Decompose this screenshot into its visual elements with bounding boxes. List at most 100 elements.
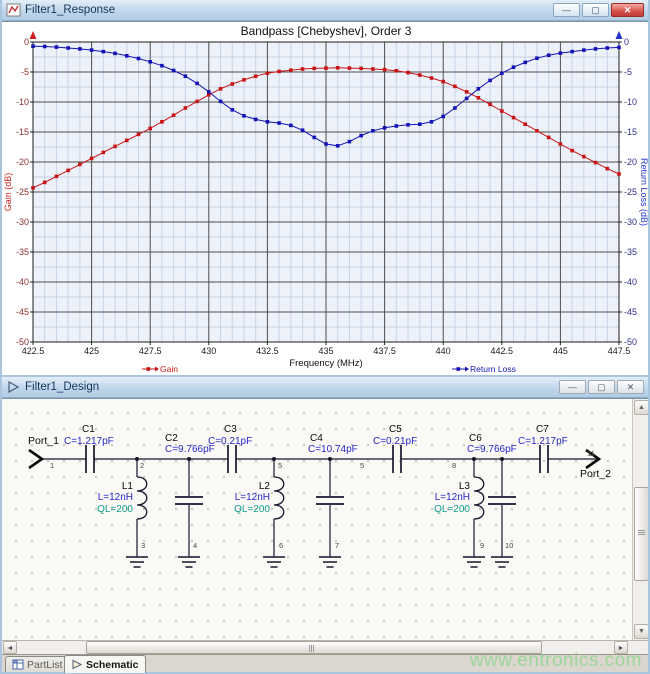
svg-text:-30: -30 — [16, 217, 29, 227]
close-button[interactable]: ✕ — [611, 3, 644, 17]
svg-text:C=1.217pF: C=1.217pF — [64, 436, 114, 447]
x-axis-label: Frequency (MHz) — [289, 358, 362, 369]
svg-text:-5: -5 — [21, 67, 29, 77]
svg-text:437.5: 437.5 — [373, 346, 396, 356]
svg-text:C4: C4 — [310, 433, 323, 444]
svg-text:C=9.766pF: C=9.766pF — [467, 444, 517, 455]
svg-text:-35: -35 — [16, 247, 29, 257]
port-Port_2[interactable]: Port_2 — [580, 450, 611, 480]
schematic-canvas[interactable]: Port_1Port_2C1C=1.217pFC3C=0.21pFC5C=0.2… — [2, 399, 632, 640]
close-button[interactable]: ✕ — [617, 380, 644, 394]
tab-partlist-label: PartList — [27, 659, 63, 671]
maximize-button[interactable]: ▢ — [582, 3, 609, 17]
svg-text:C=10.74pF: C=10.74pF — [308, 444, 358, 455]
svg-text:C5: C5 — [389, 424, 402, 435]
scroll-right-arrow[interactable]: ► — [614, 641, 628, 654]
vertical-scrollbar-thumb[interactable] — [634, 487, 648, 581]
svg-text:-10: -10 — [16, 97, 29, 107]
scroll-left-arrow[interactable]: ◄ — [3, 641, 17, 654]
tab-schematic-label: Schematic — [86, 659, 139, 671]
chart-y-axis-left: 0-5-10-15-20-25-30-35-40-45-50 — [16, 37, 33, 347]
svg-text:427.5: 427.5 — [139, 346, 162, 356]
svg-text:9: 9 — [480, 541, 484, 550]
svg-text:L=12nH: L=12nH — [98, 492, 133, 503]
svg-text:C=9.766pF: C=9.766pF — [165, 444, 215, 455]
svg-text:Gain: Gain — [160, 364, 178, 374]
minimize-button[interactable]: — — [553, 3, 580, 17]
scroll-down-arrow[interactable]: ▼ — [634, 624, 648, 639]
svg-text:-25: -25 — [624, 187, 637, 197]
design-titlebar[interactable]: Filter1_Design — ▢ ✕ — [2, 377, 648, 398]
svg-text:-10: -10 — [624, 97, 637, 107]
svg-text:-15: -15 — [624, 127, 637, 137]
legend-return-loss: Return Loss — [452, 364, 516, 374]
schematic-area: Port_1Port_2C1C=1.217pFC3C=0.21pFC5C=0.2… — [2, 398, 648, 640]
partlist-icon — [12, 659, 24, 670]
svg-text:432.5: 432.5 — [256, 346, 279, 356]
svg-text:-5: -5 — [624, 67, 632, 77]
svg-text:422.5: 422.5 — [22, 346, 45, 356]
response-window-controls: — ▢ ✕ — [553, 3, 644, 17]
svg-text:7: 7 — [335, 541, 339, 550]
component-L3[interactable]: L3L=12nHQL=200 — [434, 457, 484, 557]
response-window: Filter1_Response — ▢ ✕ 422.5425427.54304… — [0, 0, 650, 377]
svg-text:11: 11 — [587, 449, 595, 458]
tab-partlist[interactable]: PartList — [5, 656, 70, 672]
scroll-up-arrow[interactable]: ▲ — [634, 400, 648, 415]
svg-text:442.5: 442.5 — [491, 346, 514, 356]
schematic-icon — [71, 659, 83, 670]
component-L1[interactable]: L1L=12nHQL=200 — [97, 457, 147, 557]
component-C2[interactable]: C2C=9.766pF — [165, 433, 215, 557]
svg-text:Port_1: Port_1 — [28, 435, 59, 447]
svg-text:-45: -45 — [624, 307, 637, 317]
svg-text:-20: -20 — [16, 157, 29, 167]
svg-text:L3: L3 — [459, 481, 471, 492]
svg-text:L1: L1 — [122, 481, 134, 492]
svg-text:-50: -50 — [624, 337, 637, 347]
svg-text:0: 0 — [24, 37, 29, 47]
svg-text:-15: -15 — [16, 127, 29, 137]
svg-text:5: 5 — [278, 461, 282, 470]
chart-x-axis: 422.5425427.5430432.5435437.5440442.5445… — [22, 342, 631, 356]
svg-text:0: 0 — [624, 37, 629, 47]
response-titlebar[interactable]: Filter1_Response — ▢ ✕ — [2, 0, 648, 21]
svg-text:10: 10 — [505, 541, 513, 550]
component-C1[interactable]: C1C=1.217pF — [64, 424, 114, 473]
svg-text:C6: C6 — [469, 433, 482, 444]
svg-text:8: 8 — [452, 461, 456, 470]
port-Port_1[interactable]: Port_1 — [28, 435, 59, 468]
horizontal-scrollbar-thumb[interactable] — [86, 641, 542, 654]
svg-text:L=12nH: L=12nH — [435, 492, 470, 503]
svg-text:C=0.21pF: C=0.21pF — [373, 436, 417, 447]
design-window-title: Filter1_Design — [25, 381, 559, 393]
response-window-icon — [6, 3, 21, 17]
tab-bar: PartList Schematic — [2, 654, 648, 672]
chart-y-axis-right: 0-5-10-15-20-25-30-35-40-45-50 — [619, 37, 637, 347]
svg-text:C1: C1 — [82, 424, 95, 435]
design-window: Filter1_Design — ▢ ✕ Port_1 Port_2 C1C=1.2… — [0, 377, 650, 674]
gain-axis-arrow-icon — [30, 31, 37, 39]
svg-text:440: 440 — [436, 346, 451, 356]
right-axis-label: Return Loss (dB) — [639, 158, 648, 226]
svg-text:430: 430 — [201, 346, 216, 356]
svg-text:L=12nH: L=12nH — [235, 492, 270, 503]
return-loss-axis-arrow-icon — [616, 31, 623, 39]
svg-text:Return Loss: Return Loss — [470, 364, 516, 374]
component-C4[interactable]: C4C=10.74pF — [308, 433, 358, 557]
svg-text:-35: -35 — [624, 247, 637, 257]
minimize-button[interactable]: — — [559, 380, 586, 394]
svg-text:-30: -30 — [624, 217, 637, 227]
chart-title: Bandpass [Chebyshev], Order 3 — [241, 24, 412, 38]
tab-schematic[interactable]: Schematic — [64, 655, 146, 673]
component-C7[interactable]: C7C=1.217pF — [518, 424, 568, 473]
svg-text:-40: -40 — [624, 277, 637, 287]
svg-text:C2: C2 — [165, 433, 178, 444]
vertical-scrollbar[interactable]: ▲ ▼ — [632, 399, 648, 640]
desktop: Filter1_Response — ▢ ✕ 422.5425427.54304… — [0, 0, 650, 674]
svg-text:QL=200: QL=200 — [234, 504, 270, 515]
component-C5[interactable]: C5C=0.21pF — [373, 424, 417, 473]
horizontal-scrollbar[interactable]: ◄ ► — [2, 640, 648, 654]
maximize-button[interactable]: ▢ — [588, 380, 615, 394]
component-L2[interactable]: L2L=12nHQL=200 — [234, 457, 284, 557]
response-window-title: Filter1_Response — [25, 4, 553, 16]
